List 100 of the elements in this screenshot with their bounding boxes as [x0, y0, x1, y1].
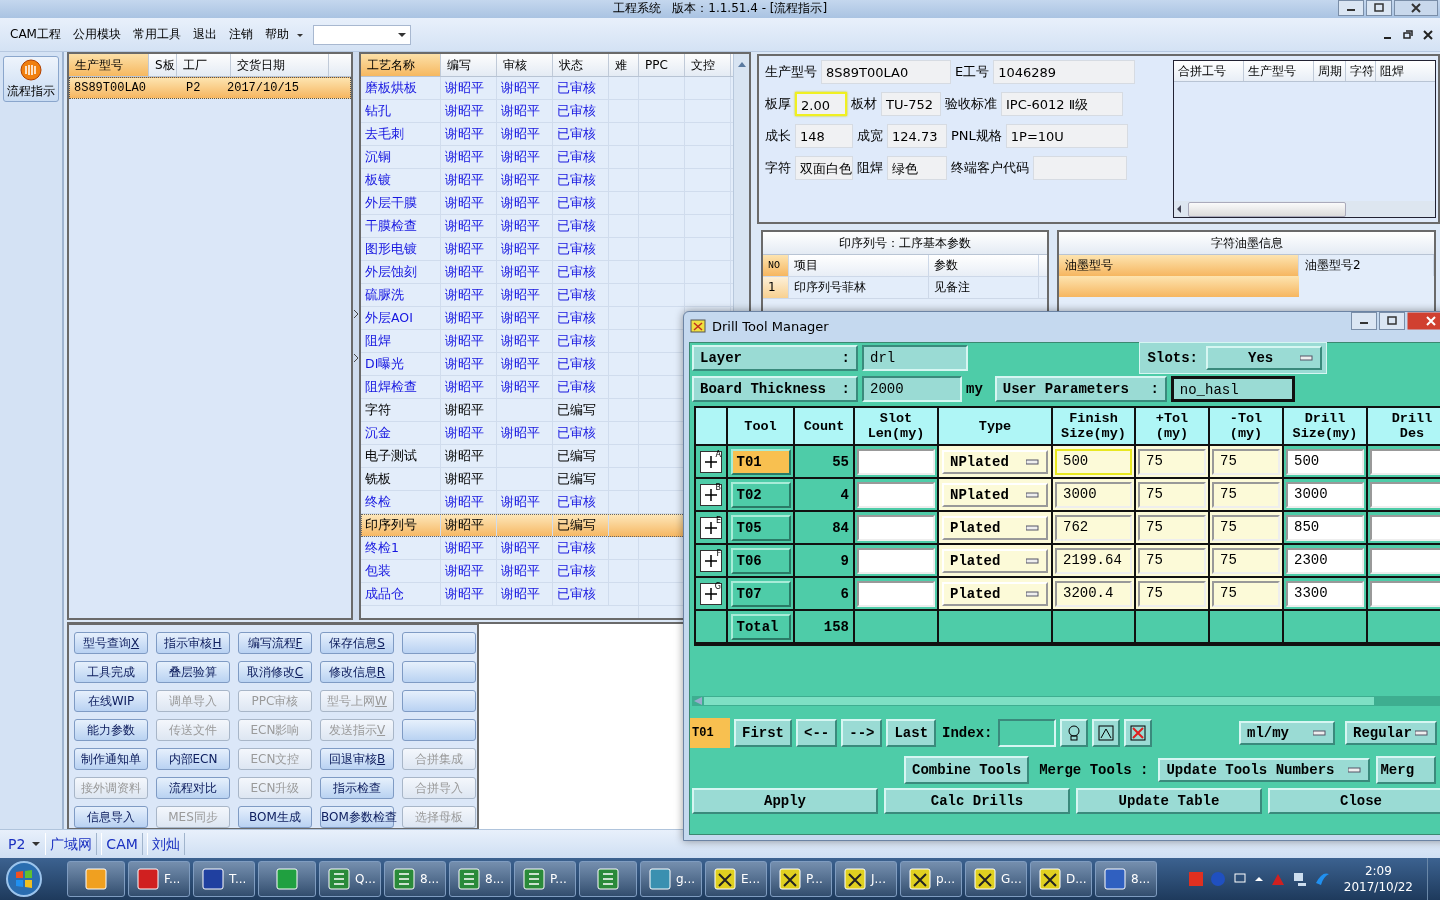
table-cell: 已审核 — [553, 491, 609, 514]
field-label: 成长 — [765, 127, 791, 146]
field-label: 验收标准 — [945, 95, 997, 114]
table-cell: 外层干膜 — [361, 192, 441, 215]
field-label: : — [841, 380, 850, 397]
table-cell: 阻焊检查 — [361, 376, 441, 399]
table-cell: 已审核 — [553, 100, 609, 123]
table-cell: 谢昭平 — [441, 514, 497, 537]
table-cell: 已审核 — [553, 146, 609, 169]
table-cell: 已审核 — [553, 422, 609, 445]
field-label: Board Thickness — [700, 380, 827, 397]
table-cell: 谢昭平 — [441, 491, 497, 514]
field-label: 板材 — [851, 95, 877, 114]
table-cell: 1 — [763, 277, 789, 299]
table-cell: 谢昭平 — [497, 307, 553, 330]
table-cell: 字符 — [361, 399, 441, 422]
table-cell-text: P2 — [185, 81, 202, 96]
table-cell: 谢昭平 — [441, 215, 497, 238]
table-cell: 谢昭平 — [497, 422, 553, 445]
table-cell: 谢昭平 — [441, 583, 497, 606]
table-cell: 谢昭平 — [441, 376, 497, 399]
panel-title: 字符油墨信息 — [1059, 232, 1434, 256]
table-cell: 已编写 — [553, 445, 609, 468]
current-tool: T01 — [690, 718, 730, 748]
table-cell: 谢昭平 — [497, 537, 553, 560]
table-cell: 84 — [795, 512, 855, 545]
table-cell: 硫脲洗 — [361, 284, 441, 307]
table-cell: 已审核 — [553, 560, 609, 583]
field-label: PNL规格 — [951, 127, 1002, 146]
field-label: 阻焊 — [857, 159, 883, 178]
table-cell: 终检1 — [361, 537, 441, 560]
table-cell: 已审核 — [553, 353, 609, 376]
table-cell: 已审核 — [553, 284, 609, 307]
table-cell: 谢昭平 — [441, 422, 497, 445]
table-cell: 电子测试 — [361, 445, 441, 468]
status-item: CAM — [101, 833, 143, 856]
table-cell: 谢昭平 — [441, 146, 497, 169]
table-cell: 外层蚀刻 — [361, 261, 441, 284]
table-cell: 谢昭平 — [441, 169, 497, 192]
table-cell: 谢昭平 — [497, 284, 553, 307]
table-cell: 谢昭平 — [497, 491, 553, 514]
table-cell: 谢昭平 — [497, 560, 553, 583]
table-cell: 4 — [795, 479, 855, 512]
field-label: Merge Tools : — [1038, 762, 1150, 778]
table-cell: 阻焊 — [361, 330, 441, 353]
table-cell: 包装 — [361, 560, 441, 583]
table-cell: 印序列号菲林 — [789, 277, 929, 299]
table-cell: 谢昭平 — [497, 583, 553, 606]
table-cell: 已编写 — [553, 468, 609, 491]
status-item: 刘灿 — [146, 833, 185, 856]
status-item: 广域网 — [45, 833, 98, 856]
field-label: E工号 — [955, 63, 990, 82]
table-cell: 已审核 — [553, 169, 609, 192]
table-cell: 谢昭平 — [497, 100, 553, 123]
table-cell: 158 — [795, 611, 855, 644]
table-cell: 沉金 — [361, 422, 441, 445]
table-cell: 谢昭平 — [441, 537, 497, 560]
table-cell: 谢昭平 — [441, 192, 497, 215]
table-cell: 6 — [795, 578, 855, 611]
field-label: 生产型号 — [765, 63, 817, 82]
field-label: Index: — [941, 725, 994, 741]
table-cell: 谢昭平 — [441, 560, 497, 583]
table-cell: 已审核 — [553, 238, 609, 261]
table-cell: 铣板 — [361, 468, 441, 491]
table-cell: 谢昭平 — [441, 399, 497, 422]
table-cell: 55 — [795, 446, 855, 479]
table-cell: 已审核 — [553, 537, 609, 560]
table-cell: 已审核 — [553, 330, 609, 353]
table-cell: 谢昭平 — [497, 169, 553, 192]
field-label: 成宽 — [857, 127, 883, 146]
table-cell: 磨板烘板 — [361, 77, 441, 100]
table-cell: 已审核 — [553, 261, 609, 284]
table-cell: 板镀 — [361, 169, 441, 192]
table-cell: DI曝光 — [361, 353, 441, 376]
field-label: 终端客户代码 — [951, 159, 1029, 178]
table-cell: 已审核 — [553, 123, 609, 146]
table-cell: 沉铜 — [361, 146, 441, 169]
field-label: 字符 — [765, 159, 791, 178]
table-cell: 谢昭平 — [497, 238, 553, 261]
unit-label: my — [966, 380, 983, 397]
table-cell: 谢昭平 — [497, 215, 553, 238]
table-cell: 已审核 — [553, 307, 609, 330]
table-cell: 谢昭平 — [441, 330, 497, 353]
table-cell: 已审核 — [553, 376, 609, 399]
table-cell-text: 8S89T00LA0 — [73, 81, 147, 96]
table-cell: 谢昭平 — [441, 353, 497, 376]
total-label: Total — [730, 613, 791, 640]
table-cell: 去毛刺 — [361, 123, 441, 146]
field-label: : — [1150, 380, 1159, 397]
table-cell: 谢昭平 — [441, 307, 497, 330]
table-cell: 谢昭平 — [441, 123, 497, 146]
field-label: 板厚 — [765, 95, 791, 114]
table-cell: 已审核 — [553, 583, 609, 606]
table-cell: 谢昭平 — [441, 468, 497, 491]
table-cell: 已编写 — [553, 399, 609, 422]
table-cell: 已审核 — [553, 192, 609, 215]
table-cell: 谢昭平 — [441, 238, 497, 261]
table-cell: 印序列号 — [361, 514, 441, 537]
table-cell: 谢昭平 — [497, 353, 553, 376]
table-cell: 谢昭平 — [497, 261, 553, 284]
